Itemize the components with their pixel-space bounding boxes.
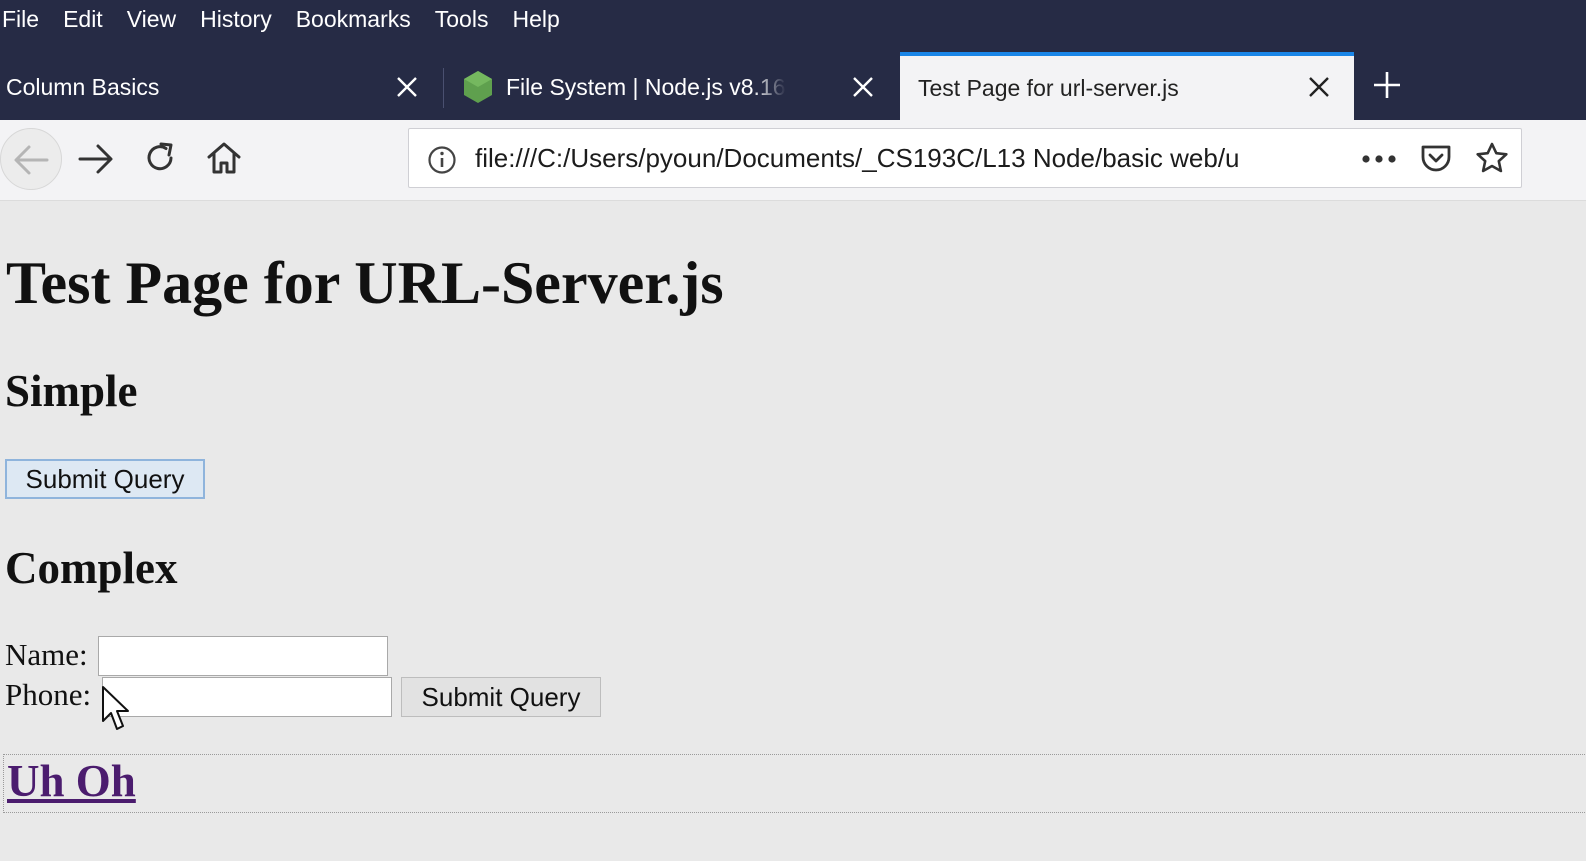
tab-test-page-active[interactable]: Test Page for url-server.js — [900, 52, 1354, 120]
url-text[interactable]: file:///C:/Users/pyoun/Documents/_CS193C… — [475, 143, 1295, 174]
new-tab-plus-icon[interactable] — [1372, 70, 1402, 100]
complex-heading: Complex — [5, 543, 178, 593]
menu-history[interactable]: History — [200, 6, 272, 33]
tab-column-basics[interactable]: Column Basics — [0, 54, 440, 120]
forward-arrow-icon[interactable] — [76, 142, 116, 176]
tab-title: File System | Node.js v8.16.0 Dc — [506, 73, 786, 100]
menu-file[interactable]: File — [2, 6, 39, 33]
pocket-icon[interactable] — [1419, 143, 1453, 175]
menu-edit[interactable]: Edit — [63, 6, 103, 33]
bookmark-star-icon[interactable] — [1475, 141, 1509, 175]
navigation-toolbar: file:///C:/Users/pyoun/Documents/_CS193C… — [0, 120, 1586, 201]
menu-view[interactable]: View — [127, 6, 176, 33]
menu-bar: File Edit View History Bookmarks Tools H… — [0, 0, 1586, 38]
tab-separator — [443, 68, 444, 108]
tab-title: Column Basics — [6, 73, 160, 100]
name-label: Name: — [5, 637, 88, 672]
phone-label: Phone: — [5, 677, 92, 712]
home-icon[interactable] — [205, 140, 243, 176]
back-arrow-icon — [14, 145, 49, 175]
page-title: Test Page for URL-Server.js — [6, 250, 724, 316]
info-icon[interactable] — [427, 145, 457, 175]
phone-input[interactable] — [102, 677, 392, 717]
uhoh-section: Uh Oh — [3, 754, 1586, 813]
address-bar[interactable]: file:///C:/Users/pyoun/Documents/_CS193C… — [408, 128, 1522, 188]
reload-icon[interactable] — [142, 140, 178, 176]
simple-submit-button[interactable]: Submit Query — [5, 459, 205, 499]
menu-tools[interactable]: Tools — [435, 6, 489, 33]
more-actions-icon[interactable] — [1361, 153, 1397, 165]
tab-title: Test Page for url-server.js — [918, 74, 1179, 101]
complex-submit-button[interactable]: Submit Query — [401, 677, 601, 717]
uhoh-link[interactable]: Uh Oh — [7, 755, 136, 807]
nodejs-hexagon-icon — [464, 71, 492, 103]
simple-heading: Simple — [5, 366, 138, 416]
page-content: Test Page for URL-Server.js Simple Submi… — [0, 201, 1586, 861]
tab-file-system[interactable]: File System | Node.js v8.16.0 Dc — [446, 54, 898, 120]
menu-bookmarks[interactable]: Bookmarks — [296, 6, 411, 33]
close-icon[interactable] — [396, 76, 418, 98]
menu-help[interactable]: Help — [512, 6, 559, 33]
browser-chrome: File Edit View History Bookmarks Tools H… — [0, 0, 1586, 120]
close-icon[interactable] — [1308, 76, 1330, 98]
back-button[interactable] — [0, 128, 62, 190]
name-input[interactable] — [98, 636, 388, 676]
close-icon[interactable] — [852, 76, 874, 98]
